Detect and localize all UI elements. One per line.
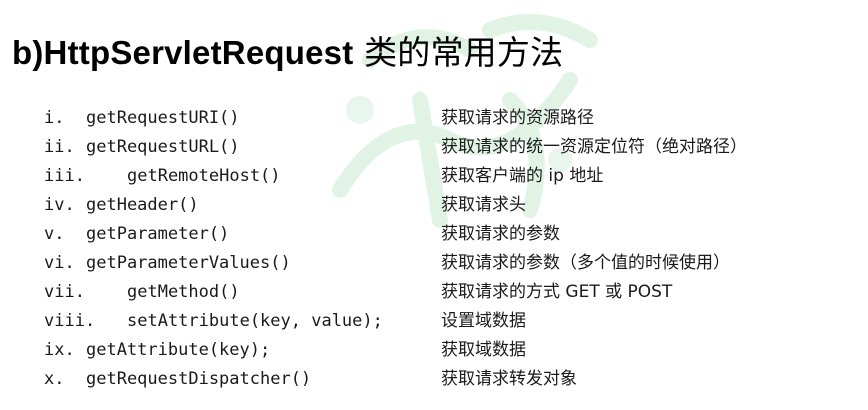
list-item: vii. getMethod() 获取请求的方式 GET 或 POST [0, 278, 868, 307]
list-item: vi. getParameterValues() 获取请求的参数（多个值的时候使… [0, 249, 868, 278]
item-number: iii. [44, 166, 85, 186]
method-description: 设置域数据 [441, 311, 526, 331]
item-number: viii. [44, 311, 96, 331]
method-description: 获取域数据 [441, 340, 526, 360]
method-description: 获取请求的参数（多个值的时候使用） [441, 253, 730, 273]
item-number: ii. [44, 137, 75, 157]
method-signature: getRemoteHost() [127, 166, 281, 186]
method-description: 获取请求的方式 GET 或 POST [441, 282, 673, 302]
item-number: vi. [44, 253, 75, 273]
page-title: b)HttpServletRequest 类的常用方法 [12, 26, 563, 74]
list-item: iii. getRemoteHost() 获取客户端的 ip 地址 [0, 162, 868, 191]
list-item: i. getRequestURI() 获取请求的资源路径 [0, 104, 868, 133]
item-number: x. [44, 369, 65, 389]
method-description: 获取请求的统一资源定位符（绝对路径） [441, 137, 747, 157]
item-number: iv. [44, 195, 75, 215]
item-number: ix. [44, 340, 75, 360]
method-description: 获取请求转发对象 [441, 369, 577, 389]
method-signature: getRequestURL() [86, 137, 240, 157]
list-item: v. getParameter() 获取请求的参数 [0, 220, 868, 249]
method-signature: setAttribute(key, value); [127, 311, 383, 331]
list-item: ix. getAttribute(key); 获取域数据 [0, 336, 868, 365]
method-description: 获取请求的资源路径 [441, 108, 594, 128]
method-signature: getHeader() [86, 195, 199, 215]
list-item: iv. getHeader() 获取请求头 [0, 191, 868, 220]
item-number: vii. [44, 282, 85, 302]
title-latin: b)HttpServletRequest [12, 34, 354, 71]
title-cjk: 类的常用方法 [353, 33, 564, 72]
list-item: ii. getRequestURL() 获取请求的统一资源定位符（绝对路径） [0, 133, 868, 162]
list-item: viii. setAttribute(key, value); 设置域数据 [0, 307, 868, 336]
item-number: v. [44, 224, 65, 244]
method-signature: getMethod() [127, 282, 240, 302]
item-number: i. [44, 108, 65, 128]
method-signature: getRequestURI() [86, 108, 240, 128]
method-signature: getParameterValues() [86, 253, 291, 273]
list-item: x. getRequestDispatcher() 获取请求转发对象 [0, 365, 868, 394]
method-signature: getParameter() [86, 224, 230, 244]
method-list: i. getRequestURI() 获取请求的资源路径 ii. getRequ… [0, 104, 868, 394]
method-signature: getAttribute(key); [86, 340, 271, 360]
method-description: 获取请求头 [441, 195, 526, 215]
method-description: 获取请求的参数 [441, 224, 560, 244]
method-description: 获取客户端的 ip 地址 [441, 166, 604, 186]
method-signature: getRequestDispatcher() [86, 369, 312, 389]
